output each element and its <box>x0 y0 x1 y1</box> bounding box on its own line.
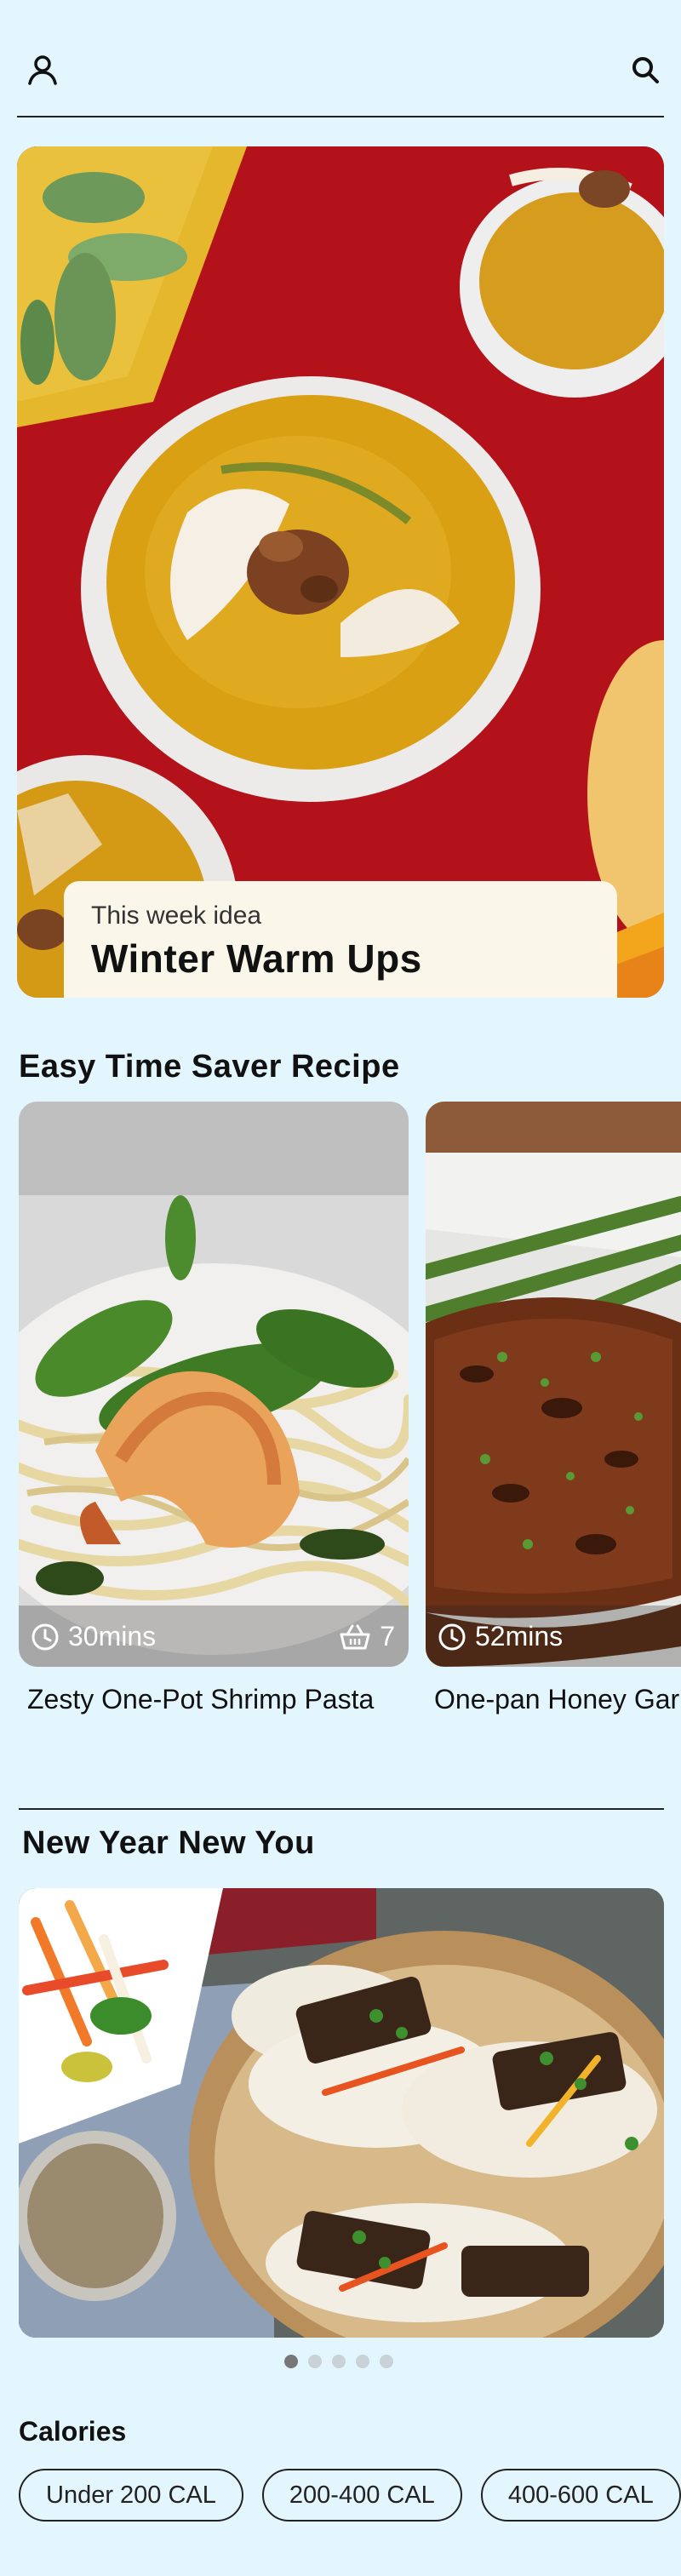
recipe-servings: 7 <box>380 1621 395 1652</box>
carousel-dot[interactable] <box>332 2355 346 2368</box>
carousel-dot[interactable] <box>308 2355 322 2368</box>
recipe-time: 30mins <box>68 1621 157 1652</box>
section-title-easy: Easy Time Saver Recipe <box>19 1049 400 1085</box>
carousel-indicator <box>284 2355 393 2368</box>
search-icon[interactable] <box>627 51 664 89</box>
chip-400-600[interactable]: 400-600 CAL <box>480 2469 681 2522</box>
recipe-image-shrimp-pasta[interactable]: 30mins 7 <box>19 1102 409 1667</box>
carousel-dot[interactable] <box>380 2355 393 2368</box>
carousel-dot[interactable] <box>284 2355 298 2368</box>
soup-image <box>17 146 664 998</box>
hero-caption-card: This week idea Winter Warm Ups <box>64 881 617 998</box>
recipe-title[interactable]: Zesty One-Pot Shrimp Pasta <box>19 1682 409 1717</box>
recipe-meta-bar: 30mins 7 <box>19 1606 409 1667</box>
profile-icon[interactable] <box>24 51 61 89</box>
basket-icon <box>340 1624 370 1649</box>
promo-banner-bao[interactable] <box>19 1888 664 2338</box>
chip-200-400[interactable]: 200-400 CAL <box>261 2469 462 2522</box>
bao-image <box>19 1888 664 2338</box>
clock-icon <box>438 1623 466 1650</box>
calorie-filter-chips: Under 200 CAL 200-400 CAL 400-600 CAL <box>19 2469 681 2522</box>
section-title-new-year: New Year New You <box>22 1825 315 1861</box>
recipe-title[interactable]: One-pan Honey Garlic Chicken <box>426 1682 681 1717</box>
app-screen: This week idea Winter Warm Ups Easy Time… <box>0 0 681 2576</box>
recipe-card[interactable]: 52mins One-pan Honey Garlic Chicken <box>426 1102 681 1717</box>
clock-icon <box>31 1623 59 1650</box>
recipe-card[interactable]: 30mins 7 Zesty One-Pot Shrimp Pasta <box>19 1102 409 1717</box>
section-divider <box>19 1808 664 1810</box>
calories-heading: Calories <box>19 2416 127 2447</box>
chip-under-200[interactable]: Under 200 CAL <box>19 2469 243 2522</box>
recipe-carousel[interactable]: 30mins 7 Zesty One-Pot Shrimp Pasta 52mi… <box>19 1102 681 1749</box>
recipe-image-honey-chicken[interactable]: 52mins <box>426 1102 681 1667</box>
hero-title: Winter Warm Ups <box>91 936 422 981</box>
recipe-meta-bar: 52mins <box>426 1606 681 1667</box>
hero-subtitle: This week idea <box>91 902 262 930</box>
hero-banner[interactable]: This week idea Winter Warm Ups <box>17 146 664 998</box>
top-bar <box>17 34 664 117</box>
carousel-dot[interactable] <box>356 2355 369 2368</box>
recipe-time: 52mins <box>475 1621 564 1652</box>
